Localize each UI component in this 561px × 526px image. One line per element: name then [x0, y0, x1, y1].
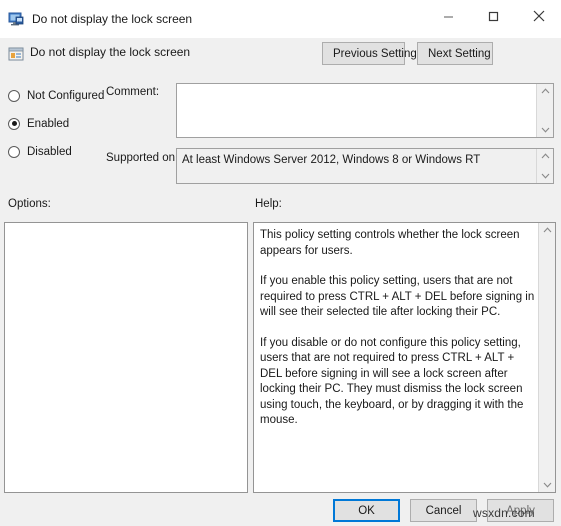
previous-setting-button[interactable]: Previous Setting: [322, 42, 417, 65]
options-panel[interactable]: [4, 222, 248, 493]
radio-label-disabled: Disabled: [27, 145, 72, 158]
help-panel[interactable]: This policy setting controls whether the…: [253, 222, 556, 493]
ok-button[interactable]: OK: [333, 499, 400, 522]
supported-on-field: At least Windows Server 2012, Windows 8 …: [176, 148, 554, 184]
chevron-up-icon[interactable]: [537, 149, 553, 163]
chevron-down-icon[interactable]: [539, 478, 555, 492]
computer-monitor-icon: [8, 11, 24, 27]
footer-button-group: OK Cancel Apply: [333, 499, 554, 522]
supported-on-scrollbar[interactable]: [536, 149, 553, 183]
title-bar: Do not display the lock screen: [0, 0, 561, 38]
comment-scrollbar[interactable]: [536, 84, 553, 137]
dialog-footer: OK Cancel Apply: [0, 493, 561, 526]
supported-on-label: Supported on:: [106, 152, 179, 164]
help-scrollbar[interactable]: [538, 223, 555, 492]
comment-input[interactable]: [176, 83, 554, 138]
policy-setting-icon: [8, 46, 24, 62]
setting-state-section: Not Configured Enabled Disabled Comment:: [0, 74, 561, 188]
radio-mark-enabled: [8, 117, 20, 130]
chevron-up-icon[interactable]: [539, 223, 555, 237]
group-policy-setting-dialog: Do not display the lock screen Do not di…: [0, 0, 561, 526]
next-setting-button[interactable]: Next Setting: [417, 42, 493, 65]
radio-mark-disabled: [8, 145, 20, 158]
minimize-icon[interactable]: [426, 0, 471, 32]
close-icon[interactable]: [516, 0, 561, 32]
help-paragraph-1: This policy setting controls whether the…: [260, 229, 520, 257]
radio-label-enabled: Enabled: [27, 117, 70, 130]
radio-label-not-configured: Not Configured: [27, 89, 105, 102]
supported-on-value: At least Windows Server 2012, Windows 8 …: [182, 154, 481, 166]
window-controls: [426, 0, 561, 32]
options-label: Options:: [8, 198, 51, 210]
window-title: Do not display the lock screen: [32, 12, 193, 26]
cancel-button[interactable]: Cancel: [410, 499, 477, 522]
chevron-down-icon[interactable]: [537, 123, 553, 137]
chevron-down-icon[interactable]: [537, 169, 553, 183]
options-content: [11, 228, 228, 488]
maximize-icon[interactable]: [471, 0, 516, 32]
help-paragraph-3: If you disable or do not configure this …: [260, 336, 524, 427]
comment-label: Comment:: [106, 86, 160, 98]
setting-title: Do not display the lock screen: [30, 45, 191, 59]
radio-mark-not-configured: [8, 89, 20, 102]
apply-button[interactable]: Apply: [487, 499, 554, 522]
help-content: This policy setting controls whether the…: [260, 228, 536, 488]
setting-header: Do not display the lock screen Previous …: [0, 38, 561, 74]
setting-navigation: Previous Setting Next Setting: [322, 42, 493, 65]
help-paragraph-2: If you enable this policy setting, users…: [260, 275, 535, 318]
radio-enabled[interactable]: Enabled: [8, 113, 168, 134]
chevron-up-icon[interactable]: [537, 84, 553, 98]
help-label: Help:: [255, 198, 282, 210]
